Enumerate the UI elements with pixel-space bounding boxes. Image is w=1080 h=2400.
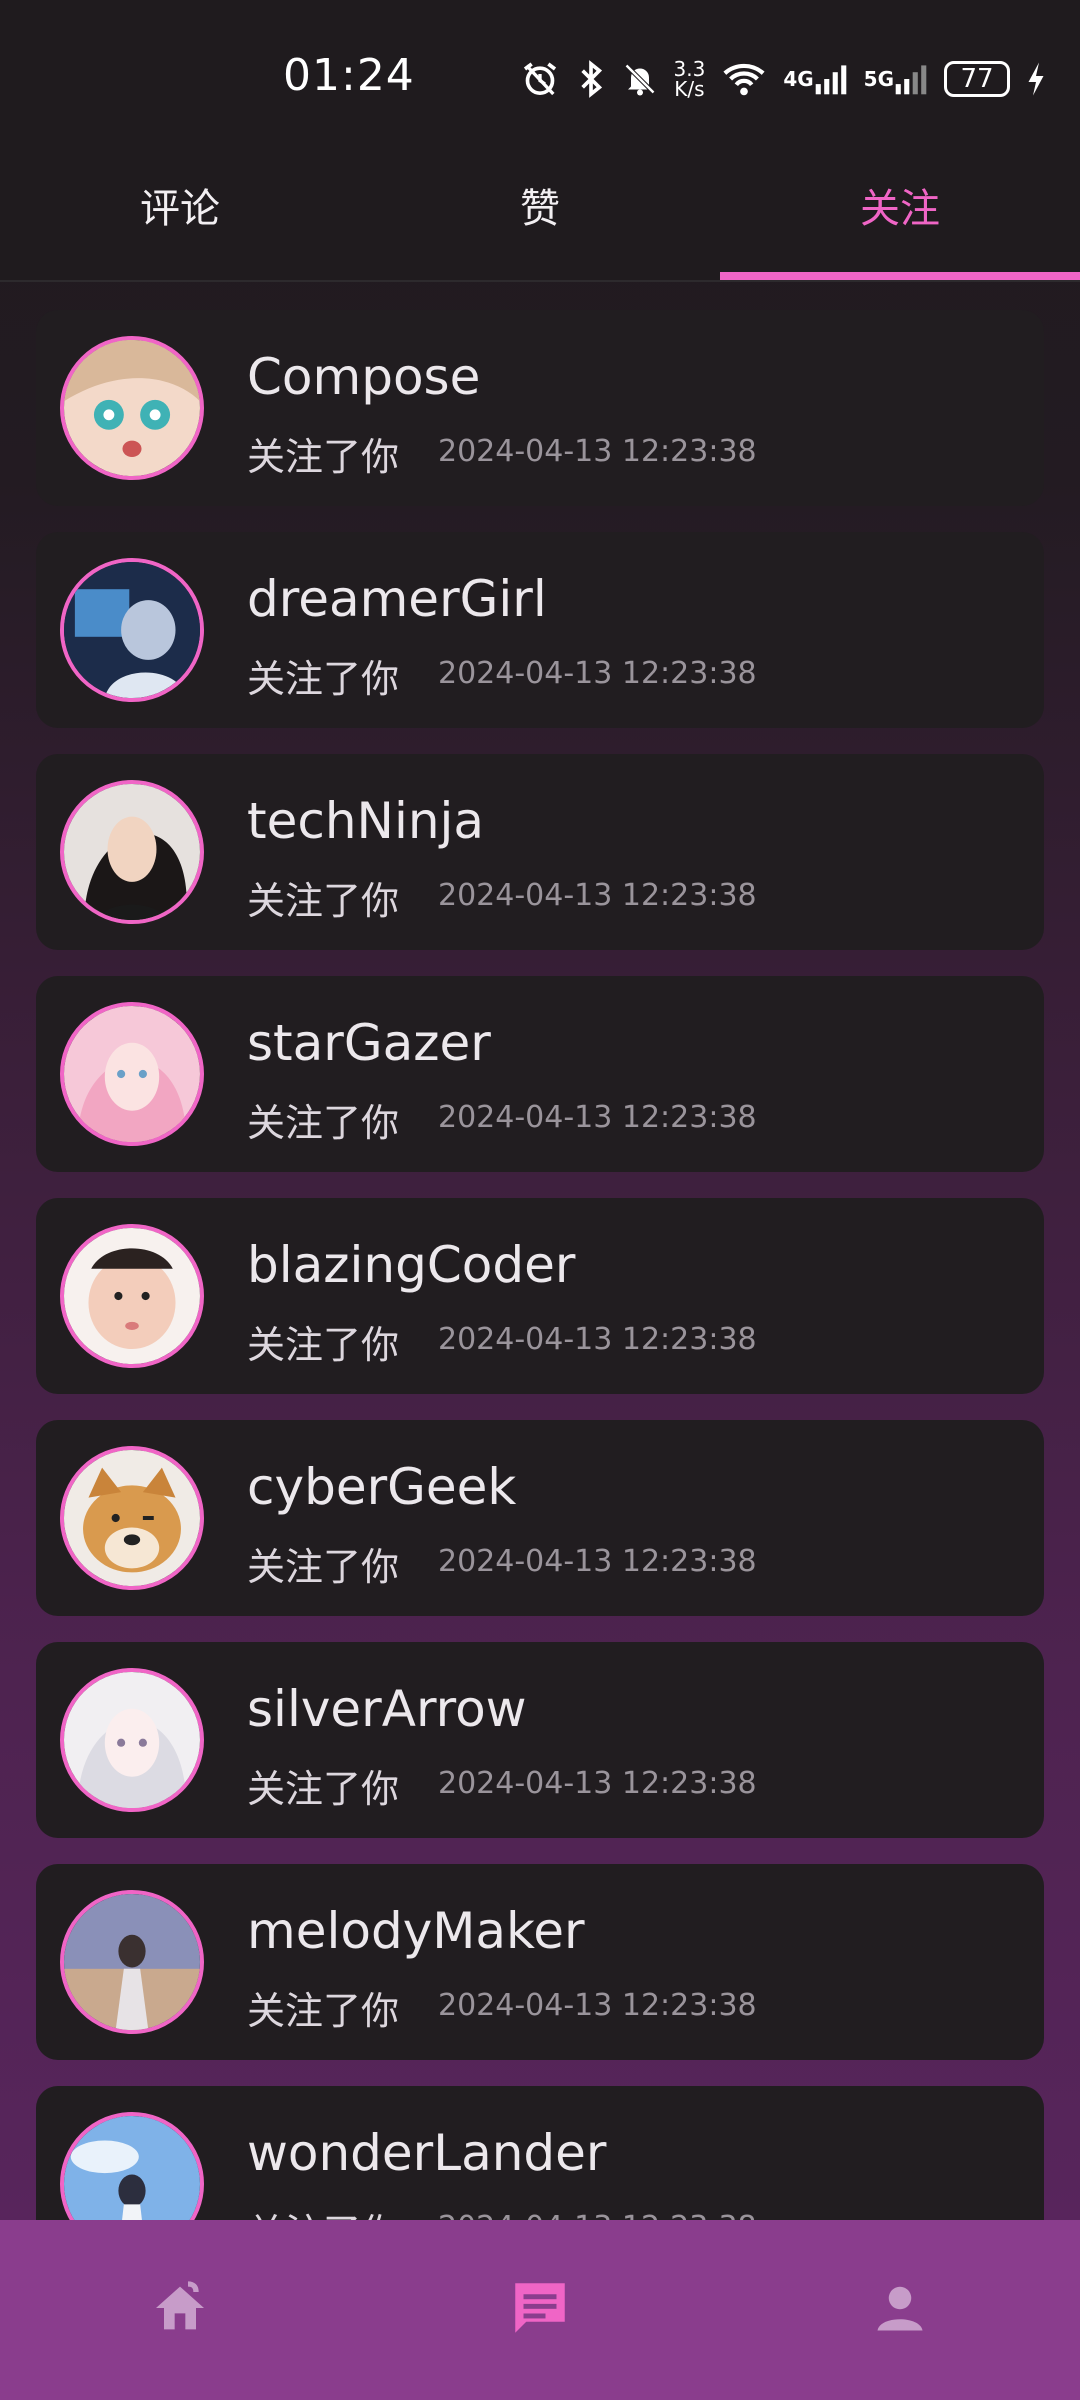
status-time: 01:24 xyxy=(283,50,415,101)
user-name: cyberGeek xyxy=(247,1458,517,1516)
bottom-nav xyxy=(0,2220,1080,2400)
user-name: Compose xyxy=(247,348,481,406)
nav-profile[interactable] xyxy=(720,2220,1080,2400)
list-item[interactable]: starGazer 关注了你 2024-04-13 12:23:38 xyxy=(36,976,1044,1172)
avatar[interactable] xyxy=(60,780,204,924)
tab-likes[interactable]: 赞 xyxy=(360,150,720,280)
status-bar: 01:24 3.3 K/s 4G 5G 77 xyxy=(0,0,1080,150)
follow-action-text: 关注了你 xyxy=(247,1323,400,1367)
follow-time: 2024-04-13 12:23:38 xyxy=(438,1100,757,1135)
follow-action-text: 关注了你 xyxy=(247,1767,400,1811)
follow-action-text: 关注了你 xyxy=(247,1545,400,1589)
follow-list: Compose 关注了你 2024-04-13 12:23:38 dreamer… xyxy=(36,310,1044,2308)
follow-time: 2024-04-13 12:23:38 xyxy=(438,434,757,469)
user-name: silverArrow xyxy=(247,1680,527,1738)
avatar[interactable] xyxy=(60,1668,204,1812)
cellular-4g-icon: 4G xyxy=(783,61,847,97)
list-item[interactable]: melodyMaker 关注了你 2024-04-13 12:23:38 xyxy=(36,1864,1044,2060)
tab-follows[interactable]: 关注 xyxy=(720,150,1080,280)
avatar[interactable] xyxy=(60,336,204,480)
charging-icon xyxy=(1026,61,1046,97)
follow-time: 2024-04-13 12:23:38 xyxy=(438,1988,757,2023)
network-speed: 3.3 K/s xyxy=(674,59,706,99)
alarm-icon xyxy=(520,59,560,99)
avatar[interactable] xyxy=(60,1224,204,1368)
list-item[interactable]: silverArrow 关注了你 2024-04-13 12:23:38 xyxy=(36,1642,1044,1838)
user-name: wonderLander xyxy=(247,2124,607,2182)
follow-time: 2024-04-13 12:23:38 xyxy=(438,1766,757,1801)
net-label-4g: 4G xyxy=(783,67,814,91)
list-item[interactable]: cyberGeek 关注了你 2024-04-13 12:23:38 xyxy=(36,1420,1044,1616)
speed-unit: K/s xyxy=(674,77,705,101)
follow-action-text: 关注了你 xyxy=(247,1101,400,1145)
message-icon xyxy=(507,2275,573,2345)
battery-level: 77 xyxy=(960,64,994,94)
follow-action-text: 关注了你 xyxy=(247,657,400,701)
cellular-5g-icon: 5G xyxy=(864,61,928,97)
follow-time: 2024-04-13 12:23:38 xyxy=(438,1322,757,1357)
follow-time: 2024-04-13 12:23:38 xyxy=(438,1544,757,1579)
home-icon xyxy=(146,2276,214,2344)
battery-icon: 77 xyxy=(944,61,1010,97)
mute-icon xyxy=(622,59,658,99)
user-name: starGazer xyxy=(247,1014,491,1072)
list-item[interactable]: Compose 关注了你 2024-04-13 12:23:38 xyxy=(36,310,1044,506)
list-item[interactable]: dreamerGirl 关注了你 2024-04-13 12:23:38 xyxy=(36,532,1044,728)
avatar[interactable] xyxy=(60,558,204,702)
avatar[interactable] xyxy=(60,1890,204,2034)
user-name: melodyMaker xyxy=(247,1902,585,1960)
user-name: blazingCoder xyxy=(247,1236,576,1294)
status-icons: 3.3 K/s 4G 5G 77 xyxy=(520,56,1047,102)
net-label-5g: 5G xyxy=(863,67,894,91)
tab-comments[interactable]: 评论 xyxy=(0,150,360,280)
follow-action-text: 关注了你 xyxy=(247,1989,400,2033)
wifi-icon xyxy=(721,59,767,99)
user-name: techNinja xyxy=(247,792,485,850)
nav-messages[interactable] xyxy=(360,2220,720,2400)
follow-action-text: 关注了你 xyxy=(247,879,400,923)
nav-home[interactable] xyxy=(0,2220,360,2400)
list-item[interactable]: techNinja 关注了你 2024-04-13 12:23:38 xyxy=(36,754,1044,950)
follow-time: 2024-04-13 12:23:38 xyxy=(438,878,757,913)
bluetooth-icon xyxy=(576,59,606,99)
avatar[interactable] xyxy=(60,1002,204,1146)
follow-action-text: 关注了你 xyxy=(247,435,400,479)
avatar[interactable] xyxy=(60,1446,204,1590)
person-icon xyxy=(870,2278,930,2342)
list-item[interactable]: blazingCoder 关注了你 2024-04-13 12:23:38 xyxy=(36,1198,1044,1394)
user-name: dreamerGirl xyxy=(247,570,547,628)
follow-time: 2024-04-13 12:23:38 xyxy=(438,656,757,691)
tab-bar: 评论 赞 关注 xyxy=(0,150,1080,282)
